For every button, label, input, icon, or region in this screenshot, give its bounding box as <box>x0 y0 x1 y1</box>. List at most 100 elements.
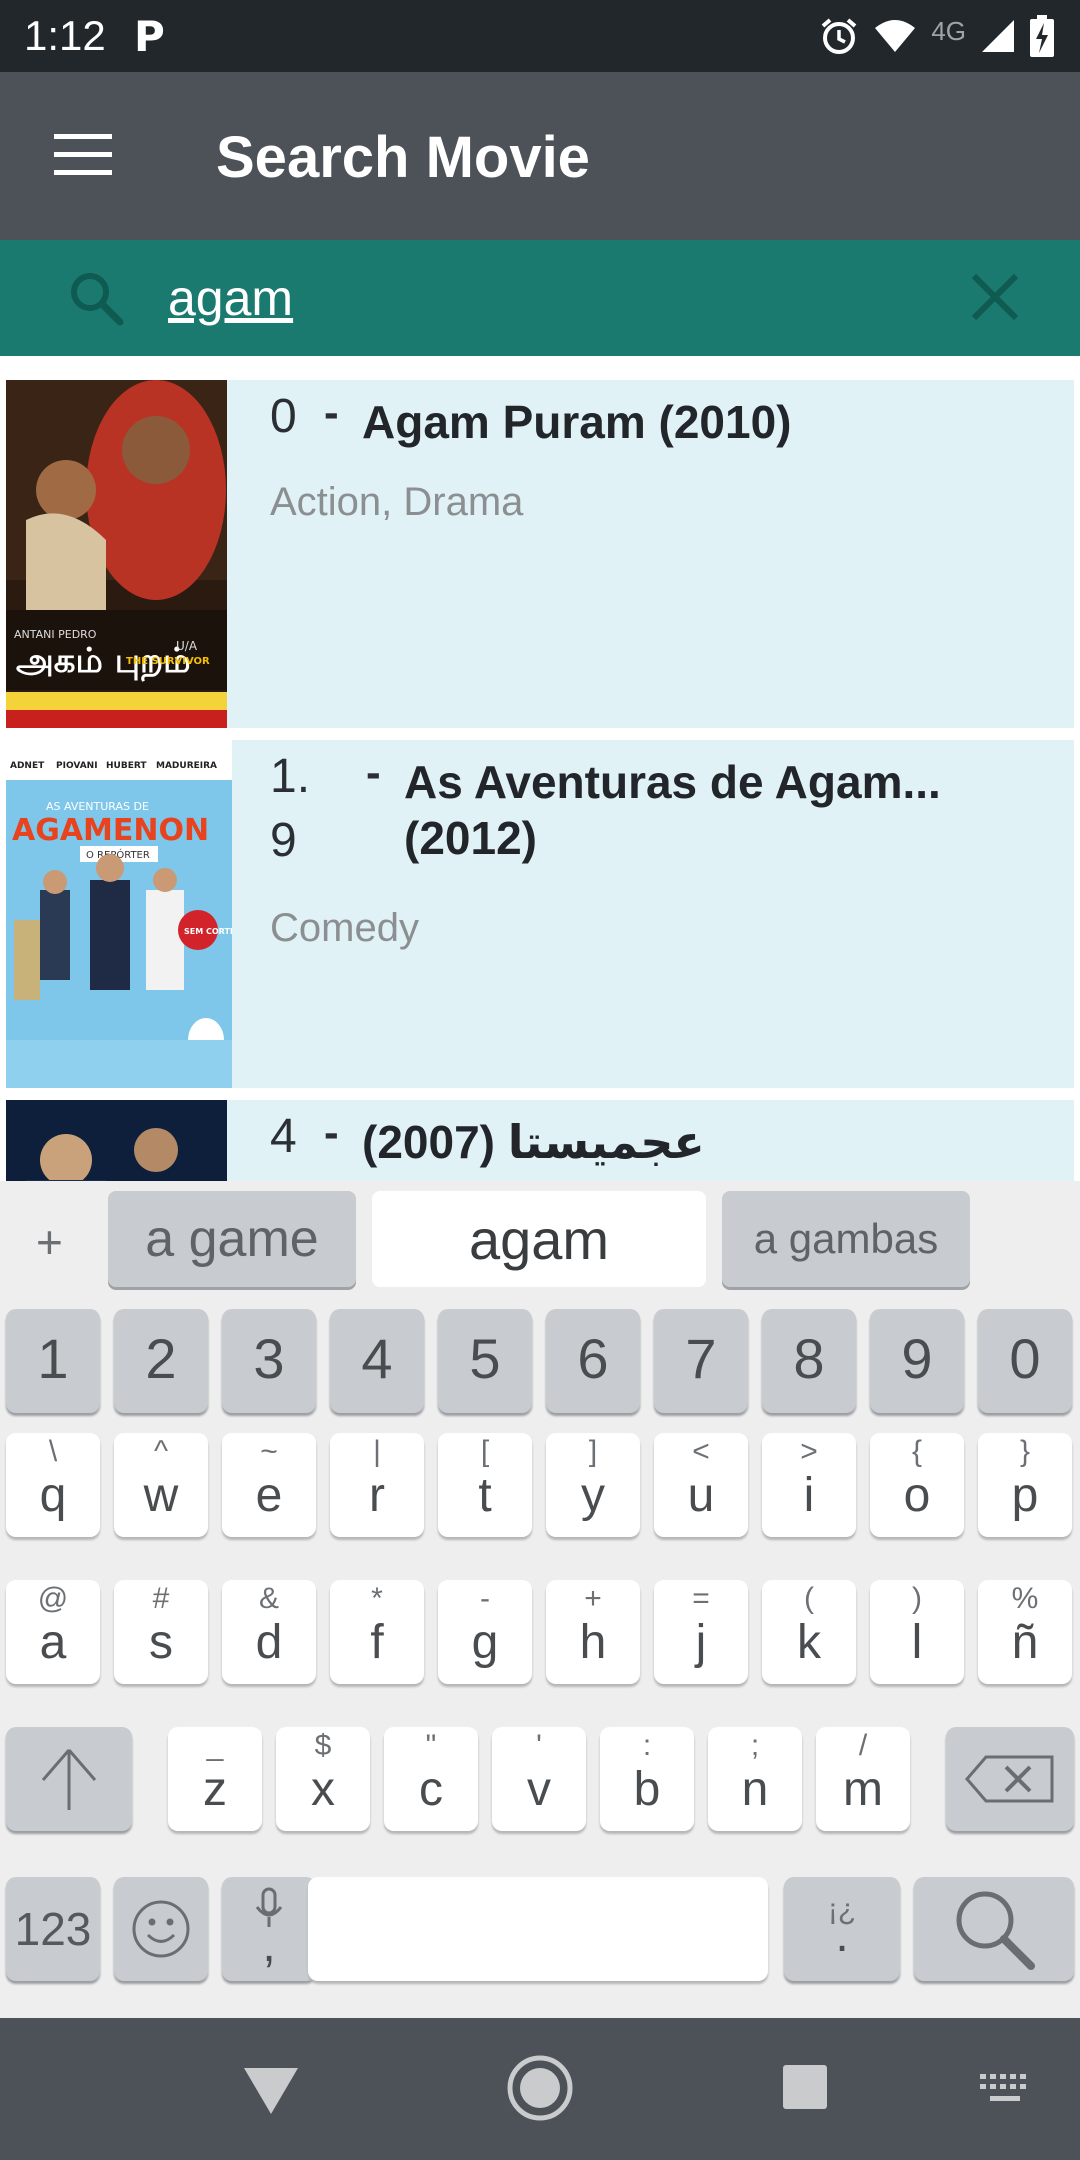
key-hint: - <box>480 1582 490 1615</box>
key-hint: ^ <box>153 1435 169 1468</box>
key-q[interactable]: \ q <box>6 1433 100 1537</box>
shift-arrow-icon <box>41 1749 97 1810</box>
key-r[interactable]: | r <box>330 1433 424 1537</box>
key-label: v <box>527 1763 551 1816</box>
key-i[interactable]: > i <box>762 1433 856 1537</box>
key-8[interactable]: 8 <box>762 1309 856 1413</box>
key-hint: | <box>373 1435 381 1468</box>
separator: - <box>324 1108 339 1157</box>
key-y[interactable]: ] y <box>546 1433 640 1537</box>
poster-cast-2: PIOVANI <box>56 761 98 771</box>
key-v[interactable]: ' v <box>492 1727 586 1831</box>
key-hint: ( <box>804 1582 814 1615</box>
space-bar[interactable] <box>308 1877 768 1981</box>
key-label: 0 <box>1009 1327 1041 1390</box>
status-time: 1:12 <box>24 12 106 59</box>
key-label: y <box>581 1469 605 1522</box>
key-ñ[interactable]: % ñ <box>978 1580 1072 1684</box>
key-hint: $ <box>314 1729 332 1762</box>
close-icon[interactable] <box>968 270 1022 324</box>
key-hint: _ <box>206 1729 224 1762</box>
key-hint: { <box>911 1435 923 1468</box>
backspace-key[interactable] <box>946 1727 1074 1831</box>
key-label: 4 <box>361 1327 393 1390</box>
key-x[interactable]: $ x <box>276 1727 370 1831</box>
key-1[interactable]: 1 <box>6 1309 100 1413</box>
key-7[interactable]: 7 <box>654 1309 748 1413</box>
poster-names: ANTANI PEDRO <box>14 628 97 641</box>
key-n[interactable]: ; n <box>708 1727 802 1831</box>
key-4[interactable]: 4 <box>330 1309 424 1413</box>
search-action-key[interactable] <box>914 1877 1074 1981</box>
list-item[interactable]: ADNET PIOVANI HUBERT MADUREIRA AS AVENTU… <box>6 740 1074 1088</box>
movie-genres: Comedy <box>270 906 419 950</box>
suggestion-chip-primary[interactable]: agam <box>372 1191 706 1287</box>
key-g[interactable]: -g <box>438 1580 532 1684</box>
suggestion-plus-button[interactable]: + <box>36 1215 63 1269</box>
key-label: d <box>255 1616 283 1669</box>
comma-key[interactable]: , <box>222 1877 316 1981</box>
key-l[interactable]: ) l <box>870 1580 964 1684</box>
key-t[interactable]: [t <box>438 1433 532 1537</box>
key-o[interactable]: {o <box>870 1433 964 1537</box>
keyboard-switch-icon[interactable] <box>980 2074 1030 2104</box>
symbols-key[interactable]: 123 <box>6 1877 100 1981</box>
home-circle-icon[interactable] <box>506 2054 574 2122</box>
list-item[interactable]: ANTANI PEDRO அகம் புறம் U/A THE SURVIVOR… <box>6 380 1074 728</box>
key-a[interactable]: @ a <box>6 1580 100 1684</box>
key-p[interactable]: } p <box>978 1433 1072 1537</box>
key-hint: ) <box>912 1582 922 1615</box>
period-key[interactable]: ¡¿. <box>784 1877 900 1981</box>
key-label: ñ <box>1011 1616 1039 1669</box>
key-label: g <box>471 1616 499 1669</box>
shift-key[interactable] <box>6 1727 132 1831</box>
results-list[interactable]: ANTANI PEDRO அகம் புறம் U/A THE SURVIVOR… <box>0 356 1080 1181</box>
key-hint: / <box>858 1729 868 1762</box>
back-triangle-icon[interactable] <box>242 2066 300 2116</box>
key-j[interactable]: = j <box>654 1580 748 1684</box>
key-hint: ] <box>588 1435 598 1468</box>
key-label: o <box>903 1469 931 1522</box>
key-5[interactable]: 5 <box>438 1309 532 1413</box>
key-hint: + <box>584 1582 602 1615</box>
key-z[interactable]: _ z <box>168 1727 262 1831</box>
key-label: 8 <box>793 1327 825 1390</box>
key-label: b <box>633 1763 661 1816</box>
search-input[interactable] <box>168 262 928 334</box>
key-f[interactable]: * f <box>330 1580 424 1684</box>
key-label: j <box>695 1616 707 1669</box>
key-3[interactable]: 3 <box>222 1309 316 1413</box>
key-hint: [ <box>480 1435 490 1468</box>
key-c[interactable]: " c <box>384 1727 478 1831</box>
emoji-key[interactable] <box>114 1877 208 1981</box>
key-label: p <box>1011 1469 1039 1522</box>
key-m[interactable]: / m <box>816 1727 910 1831</box>
poster-badge: SEM CORTES! <box>184 927 232 936</box>
recents-square-icon[interactable] <box>782 2064 828 2110</box>
key-b[interactable]: :b <box>600 1727 694 1831</box>
key-2[interactable]: 2 <box>114 1309 208 1413</box>
alarm-icon <box>822 18 857 54</box>
list-item[interactable]: 4 - عجميستا (2007) <box>6 1100 1074 1181</box>
key-hint: ; <box>750 1729 760 1762</box>
key-label: 5 <box>469 1327 501 1390</box>
key-e[interactable]: ~ e <box>222 1433 316 1537</box>
key-label: 3 <box>253 1327 285 1390</box>
key-k[interactable]: (k <box>762 1580 856 1684</box>
key-s[interactable]: # s <box>114 1580 208 1684</box>
key-label: u <box>687 1469 715 1522</box>
key-0[interactable]: 0 <box>978 1309 1072 1413</box>
key-u[interactable]: < u <box>654 1433 748 1537</box>
movie-title: As Aventuras de Agam... <box>404 756 941 808</box>
key-label: s <box>149 1616 173 1669</box>
key-6[interactable]: 6 <box>546 1309 640 1413</box>
key-d[interactable]: & d <box>222 1580 316 1684</box>
key-9[interactable]: 9 <box>870 1309 964 1413</box>
key-h[interactable]: + h <box>546 1580 640 1684</box>
key-hint: * <box>371 1582 383 1615</box>
hamburger-menu-icon[interactable] <box>54 134 112 176</box>
suggestion-chip[interactable]: a game <box>108 1191 356 1287</box>
suggestion-chip[interactable]: a gambas <box>722 1191 970 1287</box>
key-label: 2 <box>145 1327 177 1390</box>
key-w[interactable]: ^ w <box>114 1433 208 1537</box>
